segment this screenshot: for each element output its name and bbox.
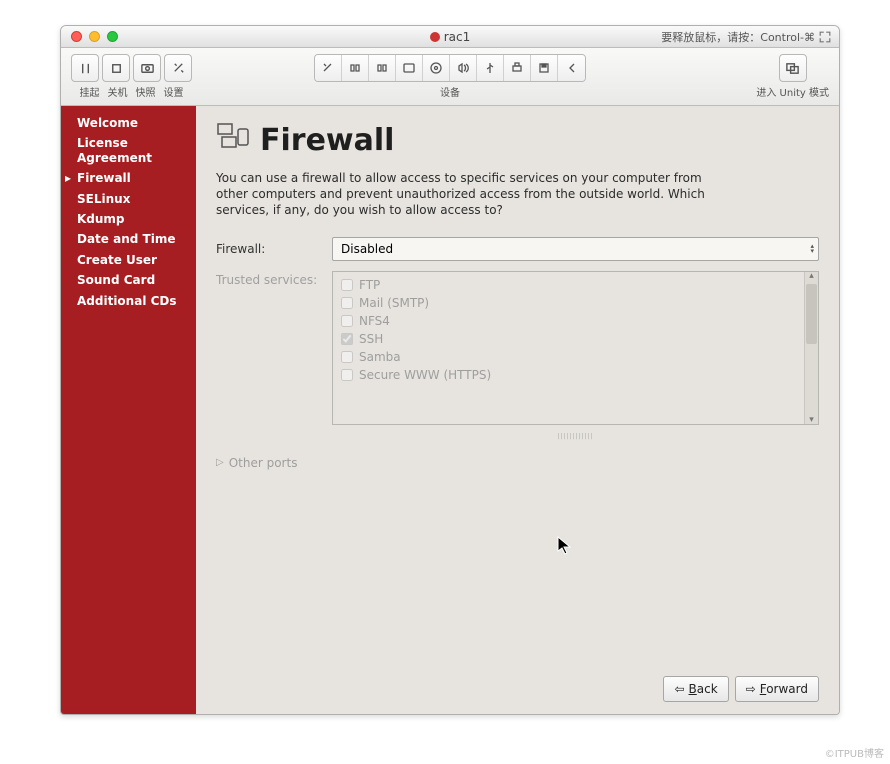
sidebar-item-welcome[interactable]: Welcome bbox=[69, 116, 188, 130]
footer: ⇦ Back ⇨ Forward bbox=[216, 670, 819, 702]
arrow-left-icon: ⇦ bbox=[674, 682, 684, 696]
service-checkbox[interactable] bbox=[341, 279, 353, 291]
service-checkbox[interactable] bbox=[341, 315, 353, 327]
arrow-right-icon: ⇨ bbox=[746, 682, 756, 696]
service-checkbox[interactable] bbox=[341, 333, 353, 345]
sidebar-item-cds[interactable]: Additional CDs bbox=[69, 294, 188, 308]
service-label: Mail (SMTP) bbox=[359, 296, 429, 310]
service-label: FTP bbox=[359, 278, 380, 292]
service-nfs4[interactable]: NFS4 bbox=[333, 312, 804, 330]
wrench-icon[interactable] bbox=[315, 55, 342, 81]
firewall-row: Firewall: Disabled ▴▾ bbox=[216, 237, 819, 261]
unity-button[interactable] bbox=[779, 54, 807, 82]
suspend-button[interactable] bbox=[71, 54, 99, 82]
service-checkbox[interactable] bbox=[341, 297, 353, 309]
watermark: ©ITPUB博客 bbox=[825, 745, 884, 760]
expand-icon[interactable] bbox=[819, 31, 831, 43]
devices-group: 设备 bbox=[314, 54, 586, 99]
chevron-left-icon[interactable] bbox=[558, 55, 585, 81]
sidebar-item-license[interactable]: License Agreement bbox=[69, 136, 188, 165]
network1-icon[interactable] bbox=[342, 55, 369, 81]
combo-spinner-icon[interactable]: ▴▾ bbox=[810, 244, 814, 254]
service-ssh[interactable]: SSH bbox=[333, 330, 804, 348]
other-ports-expander[interactable]: ▷ Other ports bbox=[216, 456, 819, 470]
sidebar-item-user[interactable]: Create User bbox=[69, 253, 188, 267]
sidebar-item-sound[interactable]: Sound Card bbox=[69, 273, 188, 287]
vm-window: rac1 要释放鼠标，请按：Control-⌘ 挂起 关机 快照 设置 bbox=[60, 25, 840, 715]
power-group: 挂起 关机 快照 设置 bbox=[71, 54, 192, 99]
network2-icon[interactable] bbox=[369, 55, 396, 81]
toolbar: 挂起 关机 快照 设置 设备 进入 Unity bbox=[61, 48, 839, 106]
back-button[interactable]: ⇦ Back bbox=[663, 676, 728, 702]
trusted-services-label: Trusted services: bbox=[216, 273, 326, 287]
description: You can use a firewall to allow access t… bbox=[216, 170, 736, 219]
disk-icon[interactable] bbox=[396, 55, 423, 81]
device-icons[interactable] bbox=[314, 54, 586, 82]
sidebar-item-date[interactable]: Date and Time bbox=[69, 232, 188, 246]
service-mail[interactable]: Mail (SMTP) bbox=[333, 294, 804, 312]
service-checkbox[interactable] bbox=[341, 369, 353, 381]
services-row: Trusted services: FTP Mail (SMTP) NFS4 S… bbox=[216, 271, 819, 425]
firewall-combo[interactable]: Disabled ▴▾ bbox=[332, 237, 819, 261]
services-scrollbar[interactable] bbox=[804, 272, 818, 424]
service-samba[interactable]: Samba bbox=[333, 348, 804, 366]
titlebar: rac1 要释放鼠标，请按：Control-⌘ bbox=[61, 26, 839, 48]
mouse-release-hint: 要释放鼠标，请按：Control-⌘ bbox=[661, 26, 831, 47]
service-label: SSH bbox=[359, 332, 383, 346]
firewall-icon bbox=[216, 120, 252, 160]
page-title: Firewall bbox=[260, 123, 394, 158]
power-labels: 挂起 关机 快照 设置 bbox=[80, 84, 184, 99]
firewall-label: Firewall: bbox=[216, 242, 326, 256]
close-icon[interactable] bbox=[71, 31, 82, 42]
chevron-right-icon: ▷ bbox=[216, 457, 224, 468]
minimize-icon[interactable] bbox=[89, 31, 100, 42]
window-controls bbox=[61, 31, 118, 42]
sound-icon[interactable] bbox=[450, 55, 477, 81]
forward-button[interactable]: ⇨ Forward bbox=[735, 676, 819, 702]
settings-button[interactable] bbox=[164, 54, 192, 82]
service-ftp[interactable]: FTP bbox=[333, 276, 804, 294]
main-panel: Firewall You can use a firewall to allow… bbox=[196, 106, 839, 714]
floppy-icon[interactable] bbox=[531, 55, 558, 81]
other-ports-label: Other ports bbox=[229, 456, 298, 470]
sidebar-item-firewall[interactable]: Firewall bbox=[69, 171, 188, 185]
zoom-icon[interactable] bbox=[107, 31, 118, 42]
resize-grip-icon[interactable]: |||||||||||| bbox=[332, 433, 819, 440]
installer-content: Welcome License Agreement Firewall SELin… bbox=[61, 106, 839, 714]
services-list: FTP Mail (SMTP) NFS4 SSH Samba Secure WW… bbox=[332, 271, 819, 425]
service-label: NFS4 bbox=[359, 314, 390, 328]
usb-icon[interactable] bbox=[477, 55, 504, 81]
service-https[interactable]: Secure WWW (HTTPS) bbox=[333, 366, 804, 384]
devices-label: 设备 bbox=[440, 84, 460, 99]
sidebar: Welcome License Agreement Firewall SELin… bbox=[61, 106, 196, 714]
sidebar-item-selinux[interactable]: SELinux bbox=[69, 192, 188, 206]
firewall-value: Disabled bbox=[341, 242, 393, 256]
unity-label: 进入 Unity 模式 bbox=[756, 84, 829, 99]
shutdown-button[interactable] bbox=[102, 54, 130, 82]
vmware-icon bbox=[430, 32, 440, 42]
page-heading: Firewall bbox=[216, 120, 819, 160]
service-checkbox[interactable] bbox=[341, 351, 353, 363]
printer-icon[interactable] bbox=[504, 55, 531, 81]
service-label: Samba bbox=[359, 350, 401, 364]
service-label: Secure WWW (HTTPS) bbox=[359, 368, 491, 382]
unity-group: 进入 Unity 模式 bbox=[756, 54, 829, 99]
snapshot-button[interactable] bbox=[133, 54, 161, 82]
sidebar-item-kdump[interactable]: Kdump bbox=[69, 212, 188, 226]
cd-icon[interactable] bbox=[423, 55, 450, 81]
